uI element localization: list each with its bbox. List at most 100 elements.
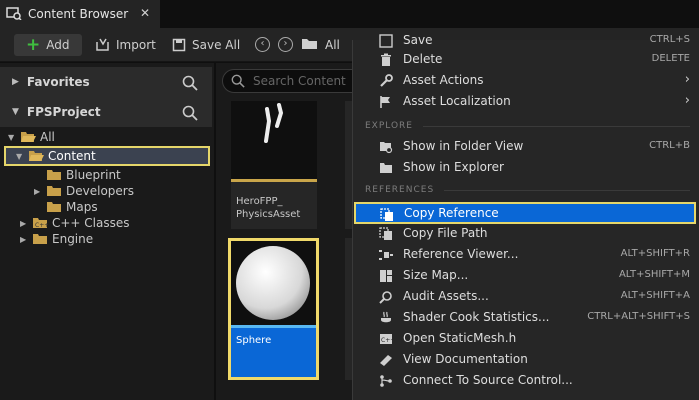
import-label: Import [116, 38, 156, 52]
folder-icon [47, 202, 61, 212]
breadcrumb-all[interactable]: All [325, 38, 340, 52]
context-menu: Save CTRL+S Delete DELETE Asset Actions … [352, 33, 699, 400]
copy-reference-icon [380, 208, 393, 221]
tab-title: Content Browser [28, 7, 129, 21]
project-label: FPSProject [26, 105, 101, 119]
menu-item-copy-file-path[interactable]: Copy File Path [353, 223, 699, 244]
folder-tree: ▼ All ▼ Content Blueprint ▶ Developers M… [4, 129, 210, 247]
documentation-icon [380, 355, 392, 366]
tree-item-label: Developers [66, 184, 134, 198]
menu-item-show-in-folder-view[interactable]: Show in Folder View CTRL+B [353, 136, 699, 157]
tree-item-label: Maps [66, 200, 98, 214]
asset-name: Sphere [236, 335, 272, 346]
flag-icon [380, 96, 390, 108]
menu-item-shader-cook-statistics[interactable]: Shader Cook Statistics... CTRL+ALT+SHIFT… [353, 307, 699, 328]
folder-view-icon [380, 142, 393, 154]
menu-item-asset-actions[interactable]: Asset Actions › [353, 70, 699, 91]
folder-icon [47, 186, 61, 196]
tree-item-all[interactable]: ▼ All [4, 129, 210, 145]
collapsed-arrow-icon: ▶ [20, 218, 27, 228]
menu-section-explore: EXPLORE [365, 121, 690, 131]
asset-tile-physics-asset[interactable]: HeroFPP_ PhysicsAsset [231, 101, 317, 229]
tree-item-content[interactable]: ▼ Content [4, 146, 210, 166]
tree-item-label: Content [48, 149, 96, 163]
add-button[interactable]: + Add [14, 34, 82, 56]
tree-item-label: C++ Classes [52, 216, 130, 230]
menu-item-save[interactable]: Save CTRL+S [353, 30, 699, 51]
close-icon[interactable]: ✕ [140, 6, 150, 20]
asset-name: HeroFPP_ [236, 196, 283, 207]
expanded-arrow-icon: ▼ [16, 151, 23, 161]
search-input[interactable]: Search Content [222, 69, 372, 93]
open-folder-icon [21, 132, 36, 142]
save-icon [379, 34, 393, 48]
forward-icon[interactable]: › [278, 37, 293, 52]
back-icon[interactable]: ‹ [255, 37, 270, 52]
menu-item-copy-reference[interactable]: Copy Reference [354, 202, 696, 224]
add-label: Add [46, 38, 70, 52]
plus-icon: + [26, 34, 41, 55]
save-all-button[interactable]: Save All [172, 34, 240, 56]
menu-item-reference-viewer[interactable]: Reference Viewer... ALT+SHIFT+R [353, 244, 699, 265]
source-control-icon [380, 375, 392, 387]
search-icon [231, 74, 245, 88]
size-map-icon [380, 270, 392, 282]
tree-item-engine[interactable]: ▶ Engine [4, 231, 210, 247]
audit-icon [379, 291, 392, 304]
sources-panel: ▶ Favorites ▼ FPSProject ▼ All ▼ Content… [0, 63, 214, 400]
menu-item-delete[interactable]: Delete DELETE [353, 49, 699, 70]
folder-icon [380, 163, 392, 173]
asset-thumbnail [231, 241, 316, 325]
svg-text:C++: C++ [381, 337, 393, 344]
menu-item-asset-localization[interactable]: Asset Localization › [353, 91, 699, 112]
submenu-arrow-icon: › [684, 72, 690, 87]
submenu-arrow-icon: › [684, 93, 690, 108]
menu-item-open-staticmesh-h[interactable]: C++ Open StaticMesh.h [353, 328, 699, 349]
collapsed-arrow-icon: ▶ [12, 77, 19, 87]
tree-item-label: All [40, 130, 55, 144]
favorites-label: Favorites [26, 75, 90, 89]
tree-item-developers[interactable]: ▶ Developers [4, 183, 210, 199]
save-all-label: Save All [192, 38, 241, 52]
folder-icon [47, 170, 61, 180]
tree-item-label: Blueprint [66, 168, 121, 182]
import-button[interactable]: Import [95, 34, 156, 56]
wrench-icon [380, 74, 393, 87]
menu-item-connect-to-source-control[interactable]: Connect To Source Control... [353, 370, 699, 391]
title-bar: Content Browser ✕ [0, 0, 699, 28]
menu-section-references: REFERENCES [365, 185, 690, 195]
asset-name: PhysicsAsset [236, 209, 301, 220]
shader-icon [381, 311, 391, 323]
expanded-arrow-icon: ▼ [8, 132, 15, 142]
collapsed-arrow-icon: ▶ [34, 186, 41, 196]
expanded-arrow-icon: ▼ [12, 107, 19, 117]
content-browser-tab[interactable]: Content Browser ✕ [0, 0, 160, 28]
menu-item-show-in-explorer[interactable]: Show in Explorer [353, 157, 699, 178]
folder-icon [302, 39, 317, 49]
menu-item-audit-assets[interactable]: Audit Assets... ALT+SHIFT+A [353, 286, 699, 307]
tree-item-blueprint[interactable]: Blueprint [4, 167, 210, 183]
menu-item-size-map[interactable]: Size Map... ALT+SHIFT+M [353, 265, 699, 286]
menu-item-view-documentation[interactable]: View Documentation [353, 349, 699, 370]
tree-item-maps[interactable]: Maps [4, 199, 210, 215]
reference-viewer-icon [379, 250, 393, 260]
tree-item-cpp-classes[interactable]: ▶ C++ C++ Classes [4, 215, 210, 231]
cpp-file-icon: C++ [380, 334, 393, 344]
favorites-header[interactable]: ▶ Favorites [0, 67, 212, 97]
project-header[interactable]: ▼ FPSProject [0, 97, 212, 127]
search-icon[interactable] [182, 105, 198, 121]
cpp-folder-icon: C++ [33, 218, 48, 229]
save-all-icon [172, 38, 186, 52]
content-browser-icon [6, 6, 22, 23]
asset-tile-sphere[interactable]: Sphere [228, 238, 319, 380]
search-icon[interactable] [182, 75, 198, 91]
folder-icon [33, 234, 47, 244]
search-placeholder: Search Content [253, 74, 346, 88]
asset-thumbnail [231, 101, 317, 179]
collapsed-arrow-icon: ▶ [20, 234, 27, 244]
trash-icon [381, 53, 391, 66]
svg-text:C++: C++ [35, 222, 48, 229]
tree-item-label: Engine [52, 232, 94, 246]
skeleton-arms-icon [264, 103, 284, 143]
open-folder-icon [29, 151, 44, 161]
